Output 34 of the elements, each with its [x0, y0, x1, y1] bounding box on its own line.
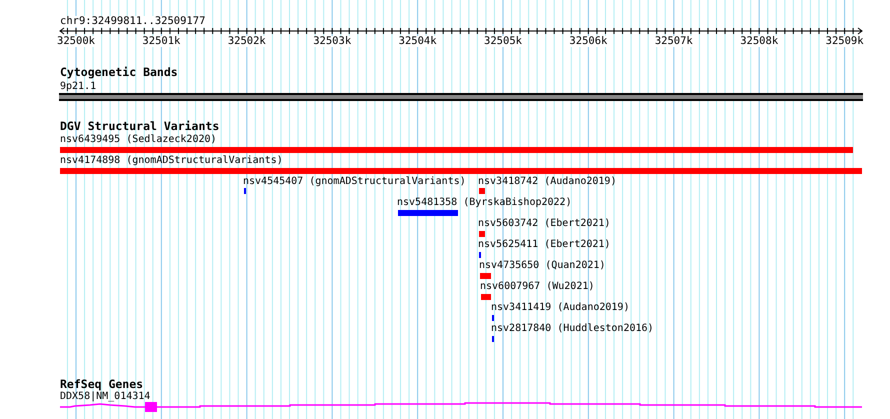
ruler-tick-label: 32500k: [57, 36, 95, 46]
track-title: DGV Structural Variants: [60, 121, 220, 132]
variant-bar[interactable]: [481, 294, 491, 300]
variant-bar[interactable]: [480, 273, 491, 279]
variant-label: nsv5603742 (Ebert2021): [478, 219, 610, 229]
variant-bar[interactable]: [60, 168, 862, 174]
gene-label: DDX58|NM_014314: [60, 392, 150, 402]
ruler-tick-label: 32505k: [484, 36, 522, 46]
variant-bar[interactable]: [60, 147, 853, 153]
ruler-tick-label: 32509k: [826, 36, 864, 46]
variant-label: nsv4174898 (gnomADStructuralVariants): [60, 156, 283, 166]
ruler-tick-label: 32502k: [228, 36, 266, 46]
variant-label: nsv4735650 (Quan2021): [479, 261, 606, 271]
track-title: Cytogenetic Bands: [60, 67, 178, 78]
variant-label: nsv2817840 (Huddleston2016): [491, 324, 654, 334]
ruler-tick-label: 32503k: [313, 36, 352, 46]
ruler-tick-label: 32501k: [142, 36, 180, 46]
variant-label: nsv6007967 (Wu2021): [480, 282, 594, 292]
location-label: chr9:32499811..32509177: [60, 16, 206, 26]
band-label: 9p21.1: [60, 82, 96, 92]
variant-label: nsv4545407 (gnomADStructuralVariants): [243, 177, 466, 187]
variant-bar[interactable]: [479, 231, 485, 237]
variant-label: nsv3411419 (Audano2019): [491, 303, 630, 313]
ruler-tick-label: 32508k: [740, 36, 778, 46]
variant-bar[interactable]: [479, 188, 485, 194]
track-title: RefSeq Genes: [60, 379, 144, 390]
variant-bar[interactable]: [398, 210, 458, 216]
variant-label: nsv5625411 (Ebert2021): [478, 240, 610, 250]
variant-label: nsv5481358 (ByrskaBishop2022): [397, 198, 572, 208]
ruler-tick-label: 32506k: [569, 36, 608, 46]
ruler-tick-label: 32507k: [654, 36, 693, 46]
ruler-tick-label: 32504k: [398, 36, 437, 46]
variant-label: nsv3418742 (Audano2019): [478, 177, 616, 187]
variant-label: nsv6439495 (Sedlazeck2020): [60, 135, 217, 145]
